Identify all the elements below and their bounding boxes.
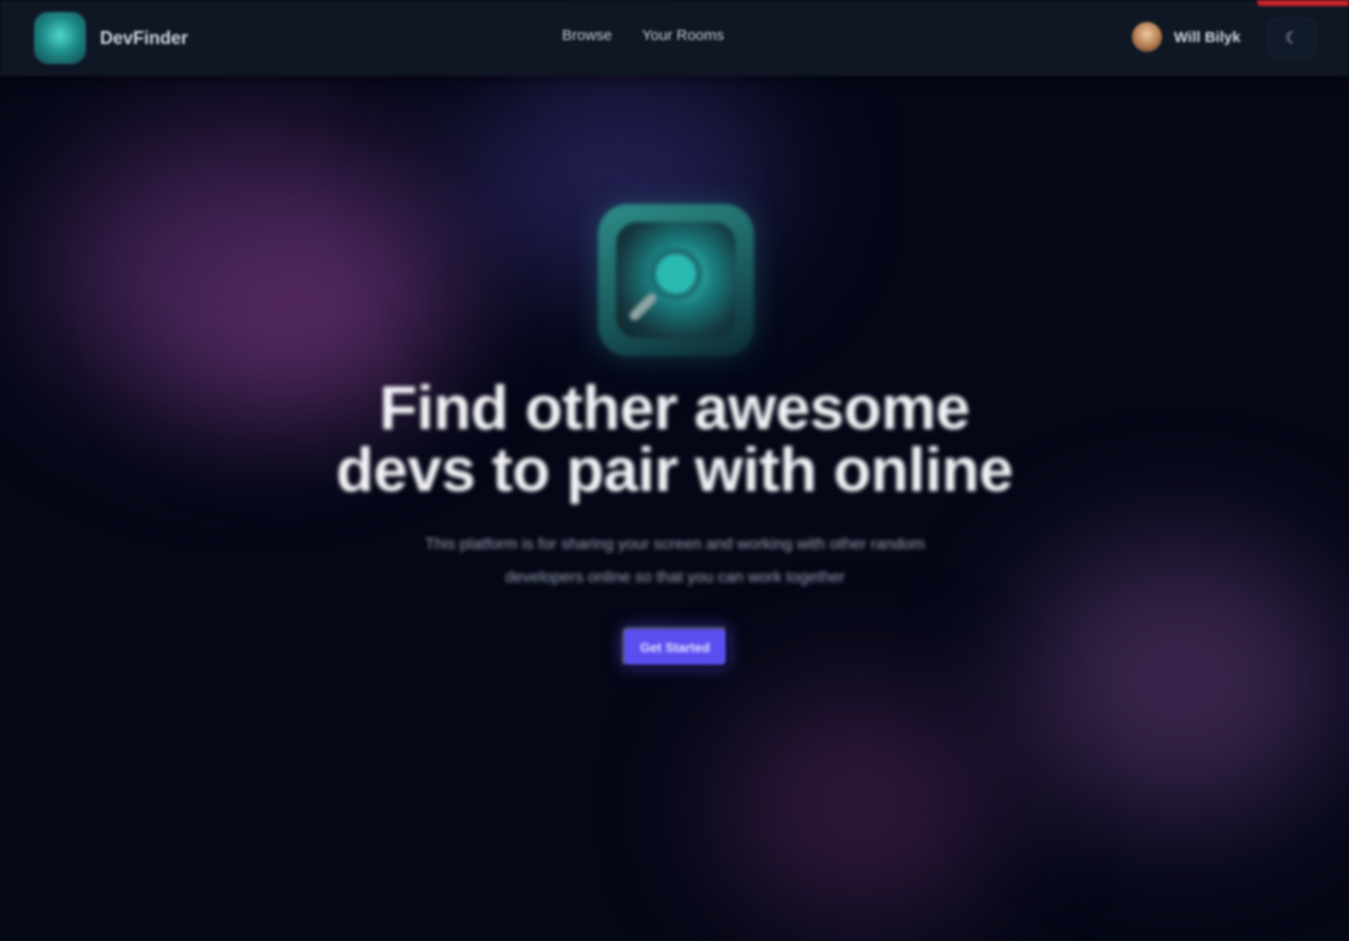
user-name: Will Bilyk — [1174, 28, 1241, 46]
top-navbar: DevFinder Browse Your Rooms Will Bilyk ☾ — [0, 0, 1349, 76]
hero-subtitle-line-1: This platform is for sharing your screen… — [425, 536, 925, 553]
hero-headline-line-2: devs to pair with online — [336, 436, 1013, 505]
main-nav: Browse Your Rooms — [562, 27, 724, 44]
background-glow — [1020, 540, 1340, 820]
brand-name: DevFinder — [100, 27, 189, 48]
magnifier-lens-icon — [650, 248, 702, 300]
nav-link-browse[interactable]: Browse — [562, 27, 612, 44]
moon-icon: ☾ — [1284, 30, 1300, 47]
nav-link-your-rooms[interactable]: Your Rooms — [642, 27, 724, 44]
hero-subtitle-line-2: developers online so that you can work t… — [505, 569, 845, 586]
hero-subtitle: This platform is for sharing your screen… — [364, 528, 986, 594]
user-menu[interactable]: Will Bilyk — [1132, 22, 1241, 52]
background-glow — [720, 690, 1000, 920]
top-accent-bar — [1257, 0, 1349, 6]
get-started-button[interactable]: Get Started — [622, 627, 728, 667]
hero-headline: Find other awesome devs to pair with onl… — [300, 378, 1049, 502]
magnifier-logo-icon — [34, 12, 86, 64]
avatar — [1132, 22, 1162, 52]
hero-headline-line-1: Find other awesome — [379, 374, 970, 443]
hero-logo-icon — [598, 204, 754, 356]
brand-home-link[interactable]: DevFinder — [34, 12, 188, 64]
landing-page: DevFinder Browse Your Rooms Will Bilyk ☾… — [0, 0, 1349, 941]
theme-toggle-button[interactable]: ☾ — [1268, 18, 1316, 58]
